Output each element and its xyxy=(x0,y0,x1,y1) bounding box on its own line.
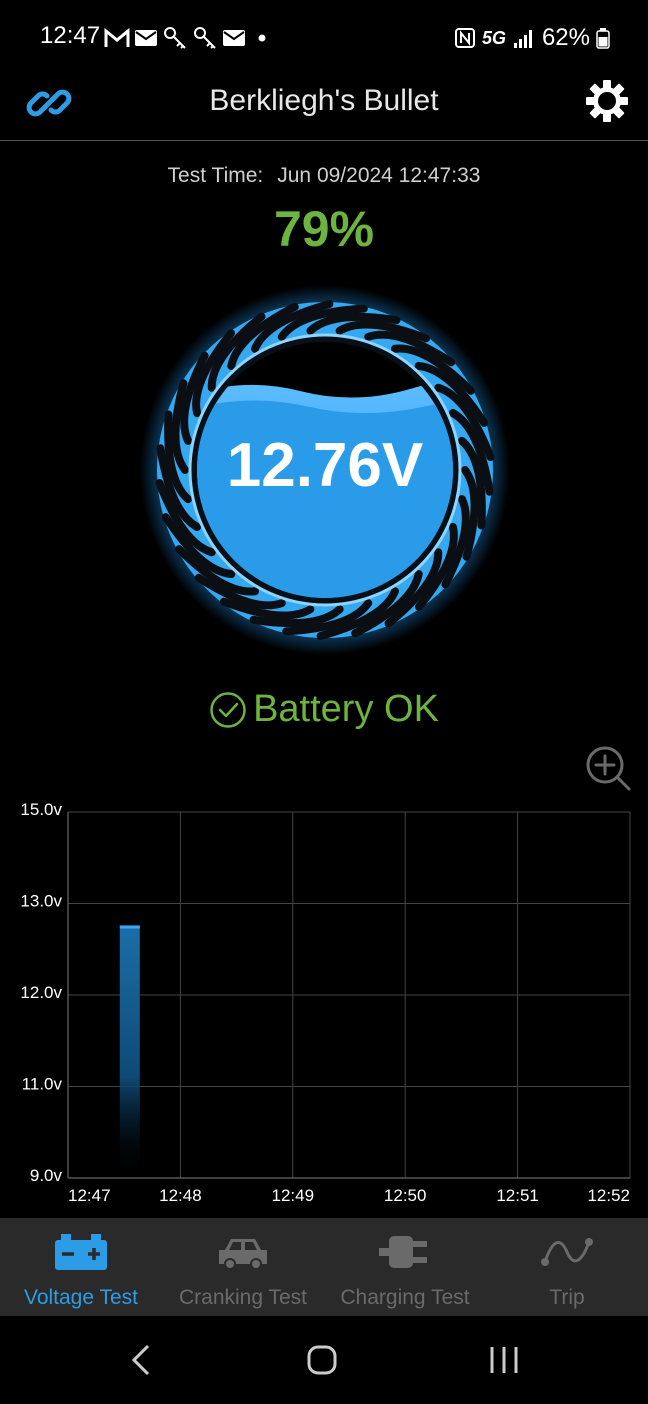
y-tick-label: 12.0v xyxy=(20,983,62,1002)
charge-percent: 79% xyxy=(273,201,375,257)
y-tick-label: 13.0v xyxy=(20,892,62,911)
test-time: Test Time: Jun 09/2024 12:47:33 xyxy=(0,164,648,188)
dot-icon xyxy=(258,34,266,42)
zoom-in-icon[interactable] xyxy=(584,744,632,792)
tab-charging-test[interactable]: Charging Test xyxy=(324,1218,486,1316)
tab-voltage-test[interactable]: Voltage Test xyxy=(0,1218,162,1316)
tab-trip-label: Trip xyxy=(549,1286,585,1309)
test-time-value: Jun 09/2024 12:47:33 xyxy=(277,164,481,187)
mail-icon xyxy=(223,30,245,46)
status-time: 12:47 xyxy=(40,22,101,49)
status-bar: 12:47 5G 62% xyxy=(0,0,648,72)
bottom-nav: Voltage Test Cranking Test Charging Test… xyxy=(0,1218,648,1316)
x-tick-label: 12:48 xyxy=(159,1186,202,1205)
x-tick-label: 12:52 xyxy=(587,1186,630,1205)
voltage-chart: 15.0v 13.0v 12.0v 11.0v 9.0v 12:47 12:48 12:49 1… xyxy=(20,800,631,1205)
y-tick-label: 9.0v xyxy=(30,1166,63,1185)
back-icon[interactable] xyxy=(122,1342,162,1378)
app-bar: Berkliegh's Bullet xyxy=(0,72,648,141)
tab-charging-test-label: Charging Test xyxy=(340,1286,470,1309)
car-icon xyxy=(219,1239,267,1270)
plug-icon xyxy=(379,1236,427,1268)
notification-icons xyxy=(104,22,270,54)
battery-status-text: Battery OK xyxy=(253,688,439,730)
y-tick-label: 11.0v xyxy=(22,1075,63,1094)
test-time-label: Test Time: xyxy=(167,164,264,187)
tab-cranking-test[interactable]: Cranking Test xyxy=(162,1218,324,1316)
tab-cranking-test-label: Cranking Test xyxy=(178,1286,307,1309)
x-tick-label: 12:50 xyxy=(384,1186,427,1205)
chart-bar xyxy=(119,925,140,1178)
tab-trip[interactable]: Trip xyxy=(486,1218,648,1316)
network-type: 5G xyxy=(481,27,506,48)
system-nav-bar xyxy=(0,1316,648,1404)
chart-bar-cap xyxy=(119,925,140,929)
recents-icon[interactable] xyxy=(484,1342,524,1378)
mail-icon xyxy=(135,30,157,46)
voltage-value: 12.76V xyxy=(226,431,424,500)
battery-status: Battery OK xyxy=(0,688,648,731)
x-tick-label: 12:47 xyxy=(68,1186,111,1205)
tab-voltage-test-label: Voltage Test xyxy=(23,1286,139,1309)
route-icon xyxy=(541,1238,593,1266)
signal-icon xyxy=(513,30,532,48)
key-icon xyxy=(194,27,216,49)
nfc-icon xyxy=(454,28,475,48)
system-icons: 5G 62% xyxy=(454,22,610,54)
battery-percent: 62% xyxy=(541,24,590,51)
check-circle-icon xyxy=(210,691,246,728)
gmail-icon xyxy=(104,27,130,47)
page-title: Berkliegh's Bullet xyxy=(209,84,439,117)
gear-icon[interactable] xyxy=(584,78,630,124)
x-tick-label: 12:51 xyxy=(496,1186,539,1205)
battery-icon xyxy=(55,1234,107,1270)
y-tick-label: 15.0v xyxy=(20,800,62,819)
home-icon[interactable] xyxy=(302,1342,342,1378)
x-tick-label: 12:49 xyxy=(272,1186,315,1205)
key-icon xyxy=(164,27,186,49)
battery-status-icon xyxy=(596,28,610,49)
